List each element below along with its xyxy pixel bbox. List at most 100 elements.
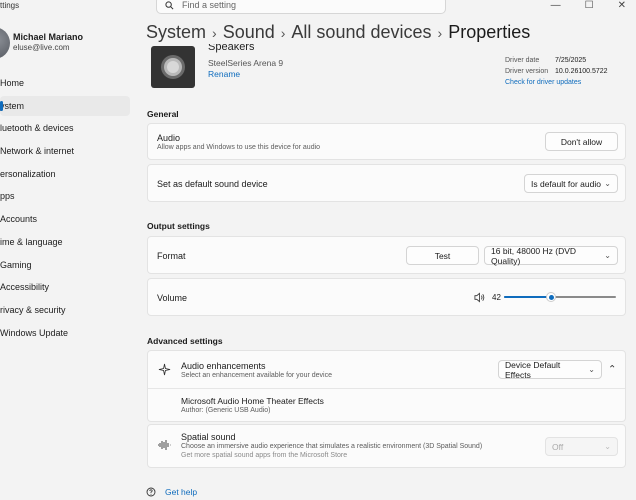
sidebar-item-gaming[interactable]: Gaming xyxy=(0,255,130,275)
device-model: SteelSeries Arena 9 xyxy=(208,58,284,68)
breadcrumb-separator: › xyxy=(280,24,286,41)
divider xyxy=(148,388,625,389)
volume-slider[interactable] xyxy=(504,292,616,302)
sidebar-item-apps[interactable]: pps xyxy=(0,186,130,206)
general-heading: General xyxy=(147,109,179,119)
enhancements-title: Audio enhancements xyxy=(181,361,266,371)
sidebar-item-accounts[interactable]: Accounts xyxy=(0,209,130,229)
spatial-title: Spatial sound xyxy=(181,432,236,442)
output-heading: Output settings xyxy=(147,221,210,231)
breadcrumb-system[interactable]: System xyxy=(146,22,206,43)
chevron-down-icon: ⌄ xyxy=(604,251,611,260)
get-help-link[interactable]: Get help xyxy=(146,487,197,497)
sidebar-item-label: Network & internet xyxy=(0,146,75,157)
sidebar-item-time-language[interactable]: ime & language xyxy=(0,232,130,252)
breadcrumb-separator: › xyxy=(437,24,443,41)
enhancements-dropdown[interactable]: Device Default Effects ⌄ xyxy=(498,359,602,380)
advanced-heading: Advanced settings xyxy=(147,336,223,346)
audio-subtitle: Allow apps and Windows to use this devic… xyxy=(157,144,321,151)
window-controls: — ☐ ✕ xyxy=(551,0,636,11)
chevron-up-icon[interactable]: ⌄ xyxy=(608,362,616,373)
sidebar-item-windows-update[interactable]: Windows Update xyxy=(0,323,130,343)
sidebar-item-label: Accounts xyxy=(0,214,38,225)
breadcrumb-all-devices[interactable]: All sound devices xyxy=(291,22,431,43)
sidebar-item-label: Home xyxy=(0,78,25,88)
sidebar-item-label: ystem xyxy=(0,100,25,111)
sidebar-item-label: ersonalization xyxy=(0,168,56,179)
sidebar-item-label: pps xyxy=(0,191,15,202)
spatial-subtitle: Choose an immersive audio experience tha… xyxy=(181,443,483,450)
driver-version: 10.0.26100.5722 xyxy=(555,68,608,75)
sidebar-item-bluetooth[interactable]: luetooth & devices xyxy=(0,118,130,138)
breadcrumb: System › Sound › All sound devices › Pro… xyxy=(146,22,530,43)
search-input[interactable]: Find a setting xyxy=(182,0,236,10)
maximize-button[interactable]: ☐ xyxy=(585,0,594,11)
sidebar-nav: Home ystem luetooth & devices Network & … xyxy=(0,73,130,345)
avatar xyxy=(0,27,10,59)
title-bar: ttings Find a setting — ☐ ✕ xyxy=(0,0,636,14)
user-name: Michael Mariano xyxy=(13,32,84,42)
sidebar: Michael Mariano eluse@live.com Home yste… xyxy=(0,14,134,500)
volume-value: 42 xyxy=(492,293,501,302)
test-button[interactable]: Test xyxy=(406,246,479,265)
user-email: eluse@live.com xyxy=(13,43,70,52)
enhancements-subtitle: Select an enhancement available for your… xyxy=(181,372,332,379)
sidebar-item-privacy[interactable]: rivacy & security xyxy=(0,300,130,320)
close-button[interactable]: ✕ xyxy=(618,0,626,11)
sidebar-item-personalization[interactable]: ersonalization xyxy=(0,164,130,184)
sidebar-item-label: Accessibility xyxy=(0,282,50,293)
sidebar-item-label: Windows Update xyxy=(0,327,69,338)
get-help-label: Get help xyxy=(165,487,198,497)
spatial-sound-icon xyxy=(158,440,171,450)
sidebar-item-label: Gaming xyxy=(0,259,32,270)
sparkle-icon xyxy=(158,363,171,376)
spatial-dropdown[interactable]: Off ⌄ xyxy=(545,437,618,456)
breadcrumb-separator: › xyxy=(212,24,217,41)
sidebar-item-label: luetooth & devices xyxy=(0,123,74,134)
dont-allow-button[interactable]: Don't allow xyxy=(545,132,618,151)
driver-date-label: Driver date xyxy=(505,57,540,64)
spatial-store-link[interactable]: Get more spatial sound apps from the Mic… xyxy=(181,452,347,459)
default-device-value: Is default for audio xyxy=(531,178,601,189)
chevron-down-icon: ⌄ xyxy=(604,179,611,188)
volume-slider-fill xyxy=(504,296,551,298)
speaker-volume-icon[interactable] xyxy=(474,292,485,303)
driver-version-label: Driver version xyxy=(505,68,549,75)
format-card: Format Test 16 bit, 48000 Hz (DVD Qualit… xyxy=(147,236,626,274)
app-title: ttings xyxy=(0,1,20,10)
minimize-button[interactable]: — xyxy=(551,0,561,11)
speaker-icon xyxy=(151,46,195,88)
sidebar-item-system[interactable]: ystem xyxy=(0,95,130,116)
chevron-down-icon: ⌄ xyxy=(604,442,611,451)
driver-date: 7/25/2025 xyxy=(555,57,587,64)
chevron-down-icon: ⌄ xyxy=(588,365,595,374)
volume-label: Volume xyxy=(157,293,188,303)
default-device-dropdown[interactable]: Is default for audio ⌄ xyxy=(524,174,618,193)
spatial-sound-card: Spatial sound Choose an immersive audio … xyxy=(147,424,626,468)
audio-card: Audio Allow apps and Windows to use this… xyxy=(147,123,626,160)
page-title: Properties xyxy=(448,22,531,42)
sidebar-item-network[interactable]: Network & internet xyxy=(0,141,130,161)
volume-slider-thumb[interactable] xyxy=(546,292,556,302)
sidebar-item-accessibility[interactable]: Accessibility xyxy=(0,277,130,297)
search-icon xyxy=(165,0,174,9)
sidebar-item-label: ime & language xyxy=(0,236,63,247)
device-name: Speakers xyxy=(208,44,255,53)
ms-effects-author: Author: (Generic USB Audio) xyxy=(181,407,271,414)
format-value: 16 bit, 48000 Hz (DVD Quality) xyxy=(491,245,577,266)
sidebar-item-label: rivacy & security xyxy=(0,304,66,315)
format-label: Format xyxy=(157,251,186,261)
spatial-value: Off xyxy=(552,441,564,452)
rename-link[interactable]: Rename xyxy=(208,69,240,79)
ms-effects-title: Microsoft Audio Home Theater Effects xyxy=(181,396,324,406)
sidebar-item-home[interactable]: Home xyxy=(0,73,130,93)
format-dropdown[interactable]: 16 bit, 48000 Hz (DVD Quality) ⌄ xyxy=(484,245,618,266)
audio-title: Audio xyxy=(157,133,181,143)
audio-enhancements-card: Audio enhancements Select an enhancement… xyxy=(147,350,626,422)
enhancements-value: Device Default Effects xyxy=(505,359,561,380)
check-driver-updates-link[interactable]: Check for driver updates xyxy=(505,79,581,86)
default-device-title: Set as default sound device xyxy=(157,179,268,189)
help-icon xyxy=(146,487,156,497)
search-box[interactable]: Find a setting xyxy=(156,0,446,14)
breadcrumb-sound[interactable]: Sound xyxy=(223,22,275,43)
